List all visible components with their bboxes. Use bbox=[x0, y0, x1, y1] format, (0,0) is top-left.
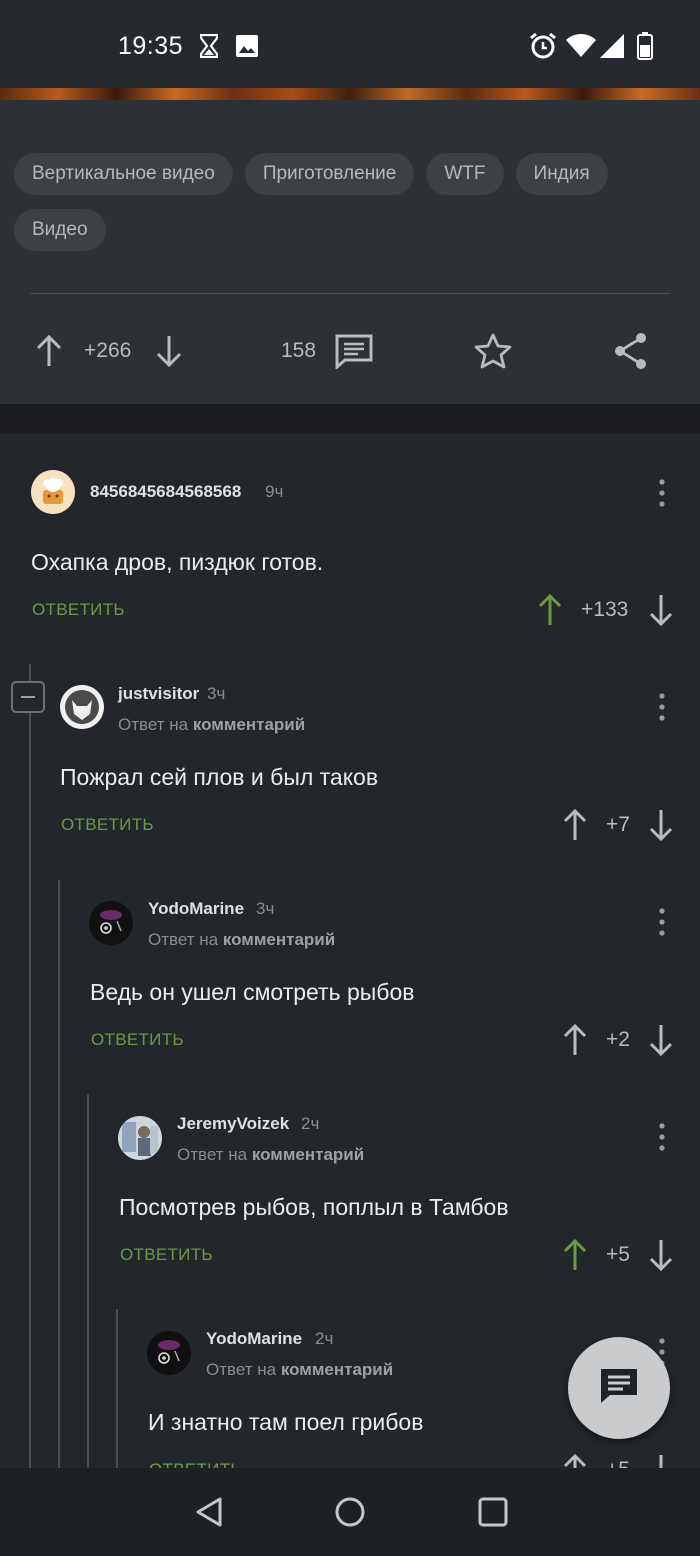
comment-score: +7 bbox=[606, 813, 630, 836]
tag[interactable]: WTF bbox=[426, 153, 504, 195]
reply-button[interactable]: ОТВЕТИТЬ bbox=[149, 1460, 242, 1468]
recents-icon[interactable] bbox=[478, 1497, 508, 1532]
thread-line bbox=[87, 1094, 89, 1468]
downvote-arrow-icon[interactable] bbox=[156, 326, 182, 376]
comments-section: 8456845684568568 9ч Охапка дров, пиздюк … bbox=[0, 434, 700, 1468]
avatar[interactable] bbox=[60, 685, 104, 729]
reply-to: Ответ на комментарий bbox=[177, 1145, 365, 1164]
tag-list: Вертикальное видео Приготовление WTF Индия … bbox=[14, 153, 694, 265]
downvote-arrow-icon[interactable] bbox=[649, 1239, 673, 1276]
share-icon[interactable] bbox=[613, 326, 649, 376]
comment-time: 2ч bbox=[315, 1329, 334, 1348]
avatar[interactable] bbox=[147, 1331, 191, 1375]
hourglass-icon bbox=[199, 33, 219, 63]
comment-time: 3ч bbox=[256, 899, 275, 918]
more-vert-icon[interactable] bbox=[650, 690, 674, 724]
tag[interactable]: Видео bbox=[14, 209, 106, 251]
reply-button[interactable]: ОТВЕТИТЬ bbox=[61, 815, 154, 835]
status-bar: 19:35 bbox=[0, 0, 700, 88]
upvote-arrow-icon[interactable] bbox=[563, 1238, 587, 1276]
thread-line bbox=[29, 664, 31, 1468]
comment-author[interactable]: 8456845684568568 bbox=[90, 482, 241, 502]
clock: 19:35 bbox=[118, 32, 184, 60]
comment-time: 9ч bbox=[265, 482, 284, 501]
comment-text: И знатно там поел грибов bbox=[148, 1409, 424, 1435]
comments-icon[interactable] bbox=[335, 326, 373, 376]
tag[interactable]: Индия bbox=[515, 153, 608, 195]
avatar[interactable] bbox=[89, 901, 133, 945]
post-actions: +266 158 bbox=[0, 326, 700, 376]
comment-text: Посмотрев рыбов, поплыл в Тамбов bbox=[119, 1194, 509, 1220]
comments-count: 158 bbox=[281, 339, 317, 362]
upvote-arrow-icon[interactable] bbox=[563, 1023, 587, 1061]
downvote-arrow-icon[interactable] bbox=[649, 1024, 673, 1061]
wifi-icon bbox=[566, 34, 596, 63]
post-footer: Вертикальное видео Приготовление WTF Индия … bbox=[0, 100, 700, 404]
comment-score: +133 bbox=[581, 598, 629, 621]
downvote-arrow-icon[interactable] bbox=[649, 809, 673, 846]
upvote-arrow-icon[interactable] bbox=[538, 593, 562, 631]
post-rating: +266 bbox=[84, 339, 132, 362]
reply-button[interactable]: ОТВЕТИТЬ bbox=[120, 1245, 213, 1265]
back-icon[interactable] bbox=[194, 1496, 224, 1533]
avatar[interactable] bbox=[31, 470, 75, 514]
collapse-thread-button[interactable] bbox=[11, 681, 45, 713]
alarm-icon bbox=[529, 32, 557, 65]
tag[interactable]: Вертикальное видео bbox=[14, 153, 233, 195]
tag[interactable]: Приготовление bbox=[244, 153, 415, 195]
divider bbox=[30, 293, 670, 294]
reply-to-link[interactable]: комментарий bbox=[281, 1360, 393, 1379]
reply-to: Ответ на комментарий bbox=[206, 1360, 394, 1379]
downvote-arrow-icon[interactable] bbox=[649, 594, 673, 631]
battery-icon bbox=[637, 32, 653, 65]
more-vert-icon[interactable] bbox=[650, 1120, 674, 1154]
comment-time: 3ч bbox=[207, 684, 226, 703]
comment-author[interactable]: YodoMarine bbox=[206, 1329, 302, 1349]
comment-author[interactable]: YodoMarine bbox=[148, 899, 244, 919]
reply-to-link[interactable]: комментарий bbox=[252, 1145, 364, 1164]
comment-time: 2ч bbox=[301, 1114, 320, 1133]
reply-button[interactable]: ОТВЕТИТЬ bbox=[32, 600, 125, 620]
signal-icon bbox=[600, 34, 624, 63]
reply-button[interactable]: ОТВЕТИТЬ bbox=[91, 1030, 184, 1050]
comment-text: Пожрал сей плов и был таков bbox=[60, 764, 379, 790]
more-vert-icon[interactable] bbox=[650, 476, 674, 510]
comment-author[interactable]: JeremyVoizek bbox=[177, 1114, 289, 1134]
reply-to: Ответ на комментарий bbox=[118, 715, 306, 734]
upvote-arrow-icon[interactable] bbox=[36, 326, 62, 376]
thread-line bbox=[58, 880, 60, 1468]
comment-text: Охапка дров, пиздюк готов. bbox=[31, 549, 324, 575]
reply-to-link[interactable]: комментарий bbox=[223, 930, 335, 949]
home-icon[interactable] bbox=[334, 1496, 366, 1533]
comment-score: +5 bbox=[606, 1243, 630, 1266]
more-vert-icon[interactable] bbox=[650, 905, 674, 939]
thread-line bbox=[116, 1309, 118, 1468]
upvote-arrow-icon[interactable] bbox=[563, 808, 587, 846]
post-image-bottom-edge bbox=[0, 88, 700, 100]
section-gap bbox=[0, 404, 700, 434]
system-nav-bar bbox=[0, 1468, 700, 1556]
write-comment-button[interactable] bbox=[568, 1337, 670, 1439]
comment-score: +2 bbox=[606, 1028, 630, 1051]
comment-score: +5 bbox=[606, 1458, 630, 1468]
upvote-arrow-icon[interactable] bbox=[563, 1453, 587, 1468]
avatar[interactable] bbox=[118, 1116, 162, 1160]
star-icon[interactable] bbox=[474, 326, 512, 376]
comment-icon bbox=[599, 1367, 639, 1410]
comment-author[interactable]: justvisitor bbox=[118, 684, 199, 704]
reply-to-link[interactable]: комментарий bbox=[193, 715, 305, 734]
image-icon bbox=[235, 34, 259, 63]
reply-to: Ответ на комментарий bbox=[148, 930, 336, 949]
comment-text: Ведь он ушел смотреть рыбов bbox=[90, 979, 415, 1005]
downvote-arrow-icon[interactable] bbox=[649, 1454, 673, 1468]
